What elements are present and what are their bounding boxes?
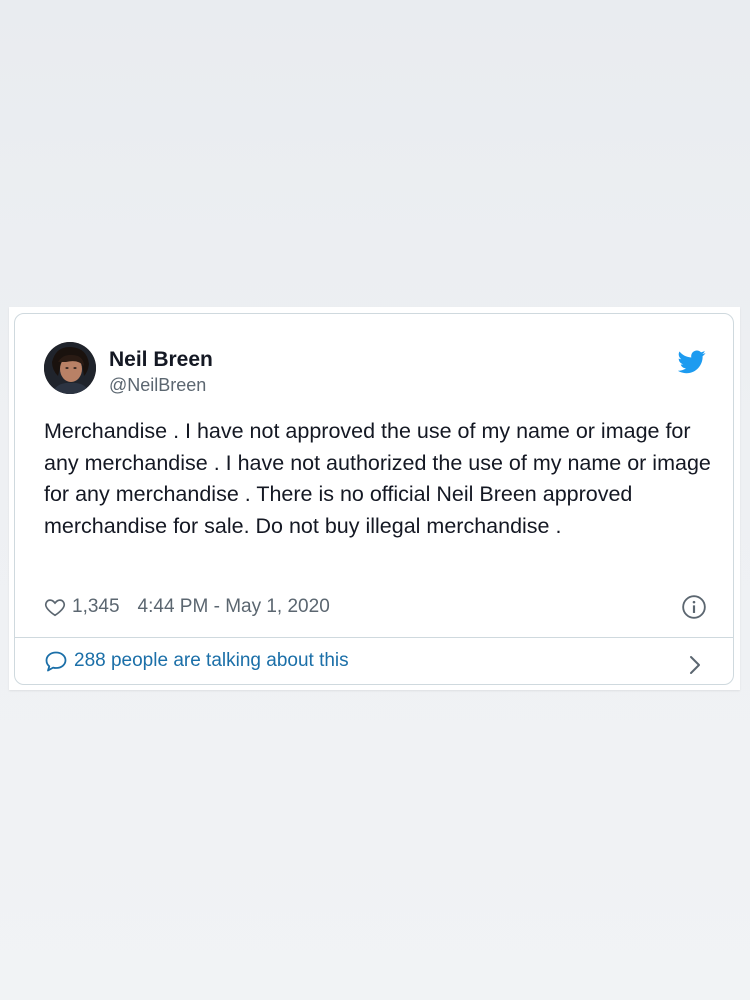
tweet-timestamp[interactable]: 4:44 PM - May 1, 2020	[138, 596, 330, 618]
poster-print: Neil Breen @NeilBreen Merchandise . I ha…	[9, 307, 740, 690]
twitter-bird-icon[interactable]	[678, 350, 706, 374]
like-count[interactable]: 1,345	[72, 596, 120, 618]
comment-bubble-icon	[45, 651, 67, 672]
author-handle[interactable]: @NeilBreen	[109, 375, 206, 396]
card-divider	[15, 637, 733, 638]
conversation-link-label: 288 people are talking about this	[74, 650, 349, 671]
author-display-name[interactable]: Neil Breen	[109, 348, 213, 372]
tweet-text: Merchandise . I have not approved the us…	[44, 419, 711, 538]
info-icon[interactable]	[681, 594, 707, 620]
tweet-card: Neil Breen @NeilBreen Merchandise . I ha…	[14, 313, 734, 685]
conversation-link[interactable]: 288 people are talking about this	[44, 650, 349, 672]
tweet-meta-row: 1,345 4:44 PM - May 1, 2020	[44, 593, 330, 621]
author-avatar[interactable]	[44, 342, 96, 394]
chevron-right-icon[interactable]	[687, 654, 703, 676]
heart-icon[interactable]	[44, 596, 66, 618]
avatar-portrait-icon	[44, 342, 96, 394]
